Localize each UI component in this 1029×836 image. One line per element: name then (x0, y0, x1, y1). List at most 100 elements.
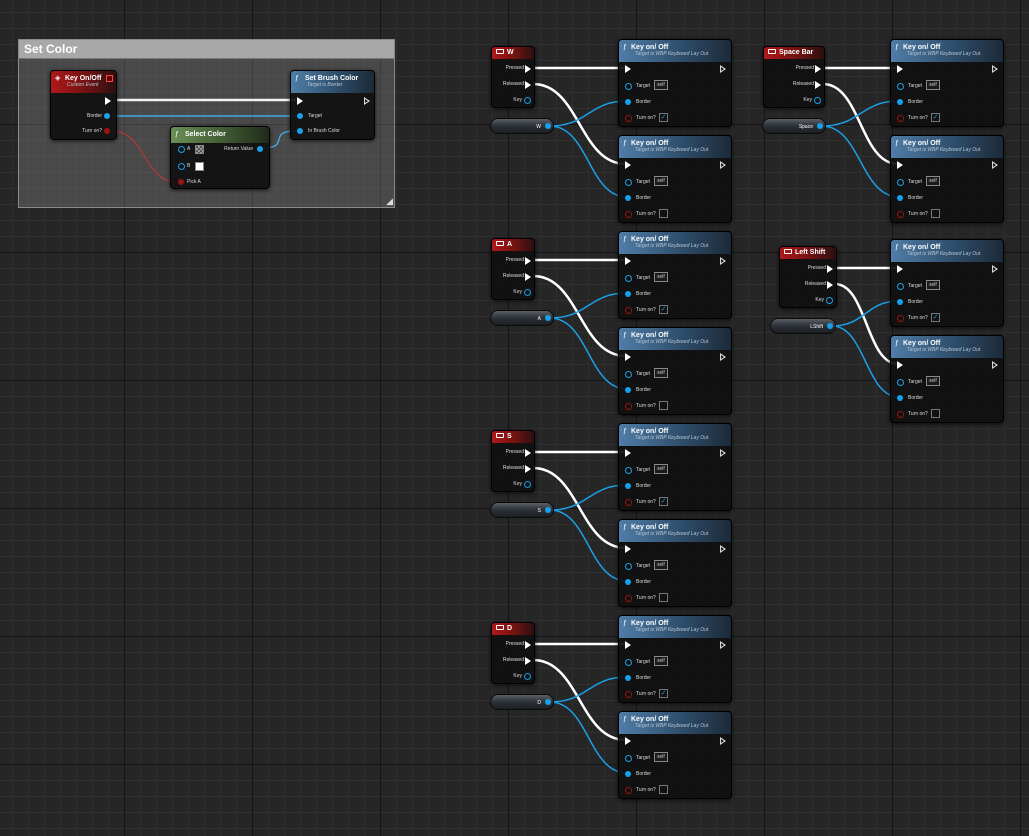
turn-on-checkbox[interactable] (931, 209, 940, 218)
target-self-field[interactable]: self (926, 280, 940, 290)
turn-on-input-pin[interactable] (625, 211, 632, 218)
turn-on-input-pin[interactable] (625, 787, 632, 794)
turn-on-input-pin[interactable] (625, 307, 632, 314)
target-input-pin[interactable] (897, 283, 904, 290)
delegate-pin-icon[interactable] (106, 75, 113, 82)
target-self-field[interactable]: self (654, 176, 668, 186)
blueprint-graph[interactable]: Set Color ◢ ◈ Key On/Off Custom Event Bo… (0, 0, 1029, 836)
key-on-off-call-node[interactable]: ƒ Key on/ Off Target is WBP Keyboard Lay O… (618, 519, 732, 607)
exec-in-pin[interactable] (297, 97, 303, 105)
exec-out-pin[interactable] (720, 737, 726, 745)
released-exec-pin[interactable] (525, 81, 531, 89)
key-event-node[interactable]: A Pressed Released Key (491, 238, 535, 300)
target-input-pin[interactable] (897, 379, 904, 386)
key-event-node[interactable]: Left Shift Pressed Released Key (779, 246, 837, 308)
key-variable-getter[interactable]: Space (762, 118, 826, 134)
pressed-exec-pin[interactable] (815, 65, 821, 73)
variable-output-pin[interactable] (545, 123, 551, 129)
exec-in-pin[interactable] (625, 737, 631, 745)
b-input-pin[interactable] (178, 163, 185, 170)
target-input-pin[interactable] (625, 179, 632, 186)
border-input-pin[interactable] (897, 395, 903, 401)
border-input-pin[interactable] (625, 675, 631, 681)
exec-in-pin[interactable] (625, 65, 631, 73)
key-variable-getter[interactable]: W (490, 118, 554, 134)
released-exec-pin[interactable] (525, 465, 531, 473)
key-output-pin[interactable] (524, 97, 531, 104)
color-b-swatch[interactable] (195, 162, 204, 171)
turn-on-input-pin[interactable] (625, 499, 632, 506)
released-exec-pin[interactable] (525, 657, 531, 665)
pressed-exec-pin[interactable] (525, 65, 531, 73)
border-input-pin[interactable] (897, 299, 903, 305)
border-input-pin[interactable] (625, 771, 631, 777)
turn-on-checkbox-checked[interactable]: ✓ (659, 113, 668, 122)
turn-on-input-pin[interactable] (897, 115, 904, 122)
key-variable-getter[interactable]: S (490, 502, 554, 518)
exec-out-pin[interactable] (720, 545, 726, 553)
key-output-pin[interactable] (524, 481, 531, 488)
key-output-pin[interactable] (826, 297, 833, 304)
exec-out-pin[interactable] (720, 257, 726, 265)
border-input-pin[interactable] (625, 195, 631, 201)
released-exec-pin[interactable] (827, 281, 833, 289)
exec-out-pin[interactable] (105, 97, 111, 105)
turn-on-checkbox[interactable] (931, 409, 940, 418)
key-event-node[interactable]: Space Bar Pressed Released Key (763, 46, 825, 108)
exec-out-pin[interactable] (720, 353, 726, 361)
key-variable-getter[interactable]: LShift (770, 318, 836, 334)
key-on-off-call-node[interactable]: ƒ Key on/ Off Target is WBP Keyboard Lay O… (618, 135, 732, 223)
turn-on-checkbox-checked[interactable]: ✓ (931, 313, 940, 322)
key-output-pin[interactable] (524, 289, 531, 296)
target-self-field[interactable]: self (654, 464, 668, 474)
key-on-off-call-node[interactable]: ƒ Key on/ Off Target is WBP Keyboard Lay O… (618, 39, 732, 127)
target-input-pin[interactable] (625, 659, 632, 666)
exec-out-pin[interactable] (720, 641, 726, 649)
select-color-node[interactable]: ƒ Select Color A B Pick A Return Value (170, 126, 270, 189)
variable-output-pin[interactable] (545, 315, 551, 321)
turn-on-checkbox-checked[interactable]: ✓ (931, 113, 940, 122)
exec-out-pin[interactable] (992, 361, 998, 369)
exec-out-pin[interactable] (364, 97, 370, 105)
target-self-field[interactable]: self (654, 560, 668, 570)
key-on-off-call-node[interactable]: ƒ Key on/ Off Target is WBP Keyboard Lay O… (618, 711, 732, 799)
resize-handle-icon[interactable]: ◢ (386, 197, 393, 206)
exec-out-pin[interactable] (992, 161, 998, 169)
released-exec-pin[interactable] (525, 273, 531, 281)
exec-in-pin[interactable] (625, 257, 631, 265)
target-self-field[interactable]: self (654, 368, 668, 378)
color-a-swatch[interactable] (195, 145, 204, 154)
released-exec-pin[interactable] (815, 81, 821, 89)
border-output-pin[interactable] (104, 113, 110, 119)
exec-in-pin[interactable] (625, 353, 631, 361)
turn-on-checkbox-checked[interactable]: ✓ (659, 305, 668, 314)
variable-output-pin[interactable] (545, 507, 551, 513)
pressed-exec-pin[interactable] (827, 265, 833, 273)
key-event-node[interactable]: S Pressed Released Key (491, 430, 535, 492)
target-input-pin[interactable] (897, 179, 904, 186)
key-variable-getter[interactable]: D (490, 694, 554, 710)
custom-event-node-key-on-off[interactable]: ◈ Key On/Off Custom Event Border Turn on… (50, 70, 117, 140)
key-output-pin[interactable] (814, 97, 821, 104)
pressed-exec-pin[interactable] (525, 449, 531, 457)
target-input-pin[interactable] (297, 113, 303, 119)
turn-on-checkbox[interactable] (659, 209, 668, 218)
pressed-exec-pin[interactable] (525, 257, 531, 265)
turn-on-checkbox[interactable] (659, 785, 668, 794)
exec-out-pin[interactable] (720, 161, 726, 169)
exec-in-pin[interactable] (625, 449, 631, 457)
turn-on-checkbox-checked[interactable]: ✓ (659, 497, 668, 506)
key-on-off-call-node[interactable]: ƒ Key on/ Off Target is WBP Keyboard Lay O… (618, 615, 732, 703)
turn-on-input-pin[interactable] (897, 411, 904, 418)
pressed-exec-pin[interactable] (525, 641, 531, 649)
target-self-field[interactable]: self (926, 176, 940, 186)
key-on-off-call-node[interactable]: ƒ Key on/ Off Target is WBP Keyboard Lay O… (890, 39, 1004, 127)
target-input-pin[interactable] (625, 275, 632, 282)
exec-in-pin[interactable] (897, 161, 903, 169)
exec-in-pin[interactable] (897, 265, 903, 273)
turn-on-checkbox[interactable] (659, 593, 668, 602)
key-event-node[interactable]: W Pressed Released Key (491, 46, 535, 108)
exec-in-pin[interactable] (625, 161, 631, 169)
border-input-pin[interactable] (625, 483, 631, 489)
target-self-field[interactable]: self (654, 80, 668, 90)
